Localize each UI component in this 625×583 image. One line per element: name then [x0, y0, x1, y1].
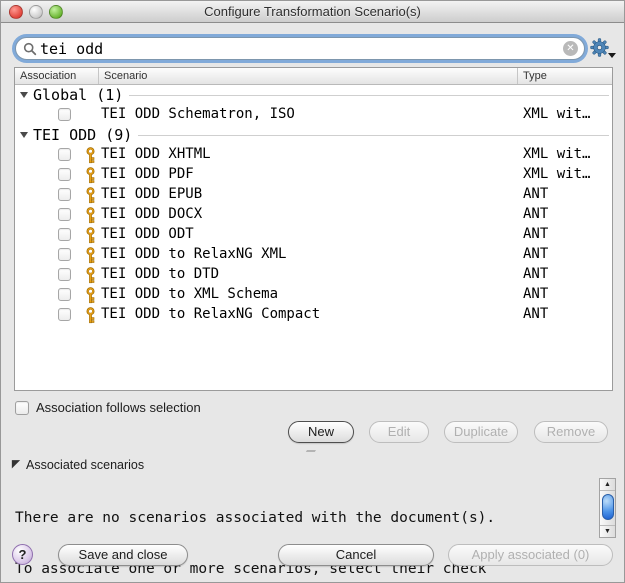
save-and-close-button[interactable]: Save and close: [58, 544, 188, 566]
scenario-type: ANT: [523, 266, 549, 282]
disclosure-triangle-icon[interactable]: [20, 132, 28, 138]
scenario-type: ANT: [523, 286, 549, 302]
disclosure-triangle-icon[interactable]: [20, 92, 28, 98]
remove-button[interactable]: Remove: [534, 421, 608, 443]
cancel-button[interactable]: Cancel: [278, 544, 434, 566]
title-bar[interactable]: Configure Transformation Scenario(s): [1, 1, 624, 23]
scenario-type: XML wit…: [523, 106, 591, 122]
search-icon: [23, 42, 37, 56]
scenario-name: TEI ODD Schematron, ISO: [101, 106, 295, 122]
association-follows-selection-checkbox[interactable]: [15, 400, 29, 415]
associated-scenarios-section-header[interactable]: Associated scenarios: [11, 456, 144, 474]
scenario-type: ANT: [523, 186, 549, 202]
table-row[interactable]: TEI ODD PDF XML wit…: [15, 165, 612, 185]
table-header[interactable]: Association Scenario Type: [15, 68, 612, 85]
scenario-checkbox[interactable]: [58, 168, 71, 181]
scenario-name: TEI ODD to RelaxNG XML: [101, 246, 287, 262]
key-icon: [85, 307, 96, 328]
window-title: Configure Transformation Scenario(s): [204, 4, 421, 19]
scenario-checkbox[interactable]: [58, 248, 71, 261]
scenario-checkbox[interactable]: [58, 268, 71, 281]
table-row[interactable]: TEI ODD to RelaxNG Compact ANT: [15, 305, 612, 325]
scenario-checkbox[interactable]: [58, 308, 71, 321]
group-separator-line: [138, 135, 609, 136]
association-follows-selection-label: Association follows selection: [36, 400, 201, 415]
table-row[interactable]: TEI ODD EPUB ANT: [15, 185, 612, 205]
scenario-name: TEI ODD ODT: [101, 226, 194, 242]
group-label: TEI ODD (9): [33, 126, 133, 144]
edit-button[interactable]: Edit: [369, 421, 429, 443]
scenario-name: TEI ODD EPUB: [101, 186, 203, 202]
table-row[interactable]: TEI ODD XHTML XML wit…: [15, 145, 612, 165]
scenario-checkbox[interactable]: [58, 288, 71, 301]
scenario-type: ANT: [523, 226, 549, 242]
associated-scenarios-message: There are no scenarios associated with t…: [15, 476, 595, 582]
scenario-checkbox[interactable]: [58, 108, 71, 121]
configure-transformation-dialog: Configure Transformation Scenario(s) ✕: [0, 0, 625, 583]
scenario-name: TEI ODD PDF: [101, 166, 194, 182]
dropdown-arrow-icon: [608, 53, 616, 58]
help-button[interactable]: ?: [12, 544, 33, 565]
column-header-association[interactable]: Association: [15, 68, 99, 84]
scenario-checkbox[interactable]: [58, 208, 71, 221]
scenario-type: XML wit…: [523, 146, 591, 162]
scenario-name: TEI ODD XHTML: [101, 146, 211, 162]
scenario-name: TEI ODD DOCX: [101, 206, 203, 222]
table-row[interactable]: TEI ODD Schematron, ISO XML wit…: [15, 105, 612, 125]
gear-icon: [590, 38, 609, 61]
scenario-type: XML wit…: [523, 166, 591, 182]
table-row[interactable]: TEI ODD to XML Schema ANT: [15, 285, 612, 305]
scenario-checkbox[interactable]: [58, 228, 71, 241]
apply-associated-button[interactable]: Apply associated (0): [448, 544, 613, 566]
scenario-name: TEI ODD to DTD: [101, 266, 220, 282]
new-button[interactable]: New: [288, 421, 354, 443]
scenario-name: TEI ODD to RelaxNG Compact: [101, 306, 321, 322]
column-header-scenario[interactable]: Scenario: [99, 68, 518, 84]
scenario-checkbox[interactable]: [58, 148, 71, 161]
scenario-name: TEI ODD to XML Schema: [101, 286, 279, 302]
message-line: There are no scenarios associated with t…: [15, 510, 496, 526]
table-row[interactable]: TEI ODD to RelaxNG XML ANT: [15, 245, 612, 265]
table-row[interactable]: TEI ODD DOCX ANT: [15, 205, 612, 225]
message-scrollbar[interactable]: ▲ ▼: [599, 478, 616, 538]
association-follows-selection[interactable]: Association follows selection: [15, 400, 201, 415]
table-body: Global (1) TEI ODD Schematron, ISO XML wit…: [15, 85, 612, 325]
column-header-type[interactable]: Type: [518, 68, 612, 84]
scenario-checkbox[interactable]: [58, 188, 71, 201]
group-row[interactable]: TEI ODD (9): [15, 125, 612, 145]
group-separator-line: [129, 95, 609, 96]
section-collapse-triangle-icon[interactable]: [11, 456, 21, 474]
scroll-up-arrow-icon[interactable]: ▲: [600, 479, 615, 491]
scenario-type: ANT: [523, 246, 549, 262]
table-row[interactable]: TEI ODD ODT ANT: [15, 225, 612, 245]
group-row[interactable]: Global (1): [15, 85, 612, 105]
scenarios-table[interactable]: Association Scenario Type Global (1) TEI …: [14, 67, 613, 391]
splitter-grip[interactable]: [305, 448, 318, 452]
table-row[interactable]: TEI ODD to DTD ANT: [15, 265, 612, 285]
scenario-type: ANT: [523, 206, 549, 222]
scenario-type: ANT: [523, 306, 549, 322]
clear-search-icon[interactable]: ✕: [563, 41, 578, 56]
group-label: Global (1): [33, 86, 124, 104]
search-settings-button[interactable]: [590, 38, 616, 60]
scrollbar-thumb[interactable]: [601, 494, 614, 520]
scroll-down-arrow-icon[interactable]: ▼: [600, 525, 615, 537]
search-input[interactable]: [37, 39, 563, 58]
duplicate-button[interactable]: Duplicate: [444, 421, 518, 443]
associated-scenarios-label: Associated scenarios: [26, 458, 145, 472]
search-field[interactable]: ✕: [15, 37, 585, 60]
